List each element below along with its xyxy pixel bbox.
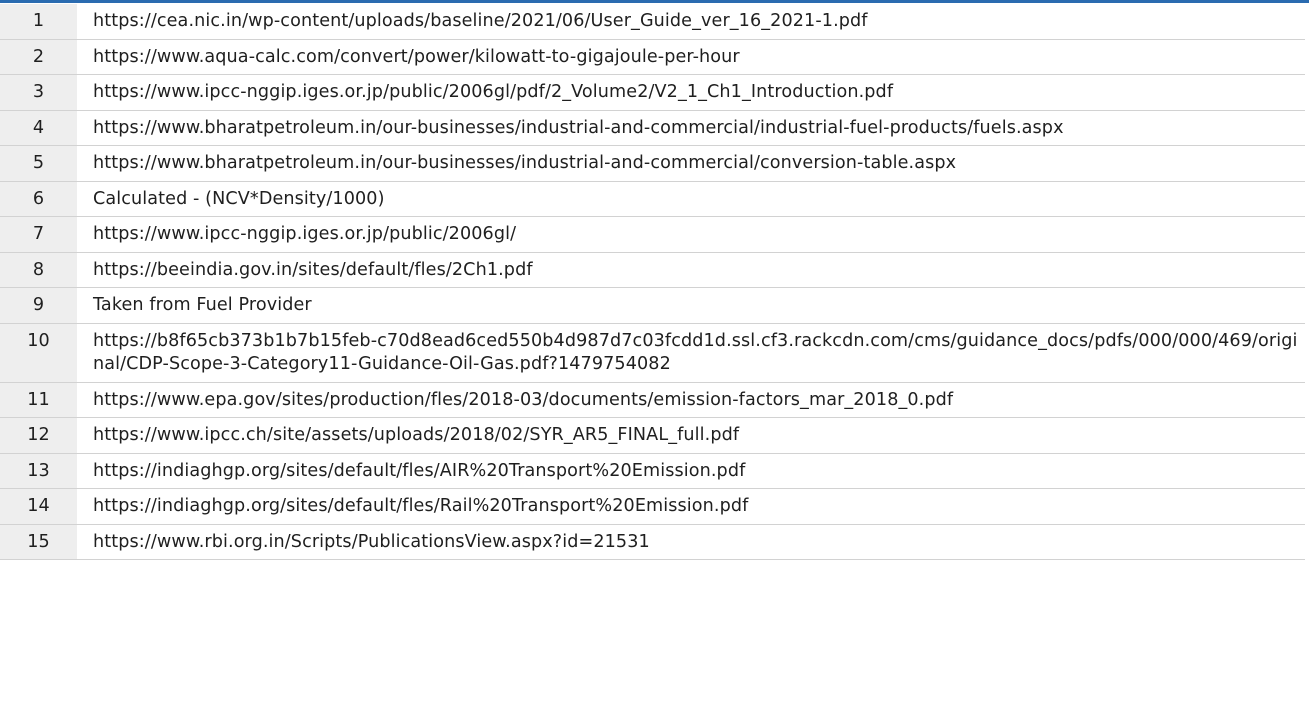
table-row: 9 Taken from Fuel Provider: [0, 287, 1305, 324]
reference-text: Calculated - (NCV*Density/1000): [77, 181, 1305, 217]
table-row: 2 https://www.aqua-calc.com/convert/powe…: [0, 39, 1305, 75]
reference-number: 1: [0, 4, 77, 40]
table-row: 5 https://www.bharatpetroleum.in/our-bus…: [0, 145, 1305, 182]
table-row: 4 https://www.bharatpetroleum.in/our-bus…: [0, 110, 1305, 146]
reference-number: 15: [0, 524, 77, 560]
reference-link[interactable]: https://indiaghgp.org/sites/default/fles…: [77, 488, 1305, 525]
reference-link[interactable]: https://www.ipcc.ch/site/assets/uploads/…: [77, 417, 1305, 454]
reference-number: 4: [0, 110, 77, 146]
table-row: 13 https://indiaghgp.org/sites/default/f…: [0, 453, 1305, 489]
reference-link[interactable]: https://www.bharatpetroleum.in/our-busin…: [77, 145, 1305, 182]
reference-number: 14: [0, 488, 77, 525]
table-row: 6 Calculated - (NCV*Density/1000): [0, 181, 1305, 217]
reference-link[interactable]: https://www.bharatpetroleum.in/our-busin…: [77, 110, 1305, 146]
table-row: 7 https://www.ipcc-nggip.iges.or.jp/publ…: [0, 216, 1305, 253]
reference-link[interactable]: https://beeindia.gov.in/sites/default/fl…: [77, 252, 1305, 288]
reference-text: Taken from Fuel Provider: [77, 287, 1305, 324]
reference-number: 2: [0, 39, 77, 75]
reference-link[interactable]: https://www.ipcc-nggip.iges.or.jp/public…: [77, 216, 1305, 253]
reference-link[interactable]: https://b8f65cb373b1b7b15feb-c70d8ead6ce…: [77, 323, 1305, 383]
header-rule: [0, 0, 1309, 3]
table-row: 8 https://beeindia.gov.in/sites/default/…: [0, 252, 1305, 288]
reference-link[interactable]: https://www.aqua-calc.com/convert/power/…: [77, 39, 1305, 75]
reference-link[interactable]: https://www.epa.gov/sites/production/fle…: [77, 382, 1305, 418]
reference-number: 11: [0, 382, 77, 418]
table-row: 15 https://www.rbi.org.in/Scripts/Public…: [0, 524, 1305, 560]
table-row: 3 https://www.ipcc-nggip.iges.or.jp/publ…: [0, 74, 1305, 111]
table-row: 10 https://b8f65cb373b1b7b15feb-c70d8ead…: [0, 323, 1305, 383]
reference-number: 9: [0, 287, 77, 324]
reference-number: 7: [0, 216, 77, 253]
reference-number: 5: [0, 145, 77, 182]
table-row: 12 https://www.ipcc.ch/site/assets/uploa…: [0, 417, 1305, 454]
reference-number: 13: [0, 453, 77, 489]
reference-number: 10: [0, 323, 77, 383]
references-body: 1 https://cea.nic.in/wp-content/uploads/…: [0, 4, 1305, 560]
reference-link[interactable]: https://cea.nic.in/wp-content/uploads/ba…: [77, 4, 1305, 40]
table-row: 14 https://indiaghgp.org/sites/default/f…: [0, 488, 1305, 525]
reference-number: 8: [0, 252, 77, 288]
references-table: 1 https://cea.nic.in/wp-content/uploads/…: [0, 4, 1305, 560]
reference-link[interactable]: https://indiaghgp.org/sites/default/fles…: [77, 453, 1305, 489]
table-row: 1 https://cea.nic.in/wp-content/uploads/…: [0, 4, 1305, 40]
reference-link[interactable]: https://www.rbi.org.in/Scripts/Publicati…: [77, 524, 1305, 560]
table-row: 11 https://www.epa.gov/sites/production/…: [0, 382, 1305, 418]
reference-number: 3: [0, 74, 77, 111]
reference-link[interactable]: https://www.ipcc-nggip.iges.or.jp/public…: [77, 74, 1305, 111]
reference-number: 12: [0, 417, 77, 454]
reference-number: 6: [0, 181, 77, 217]
